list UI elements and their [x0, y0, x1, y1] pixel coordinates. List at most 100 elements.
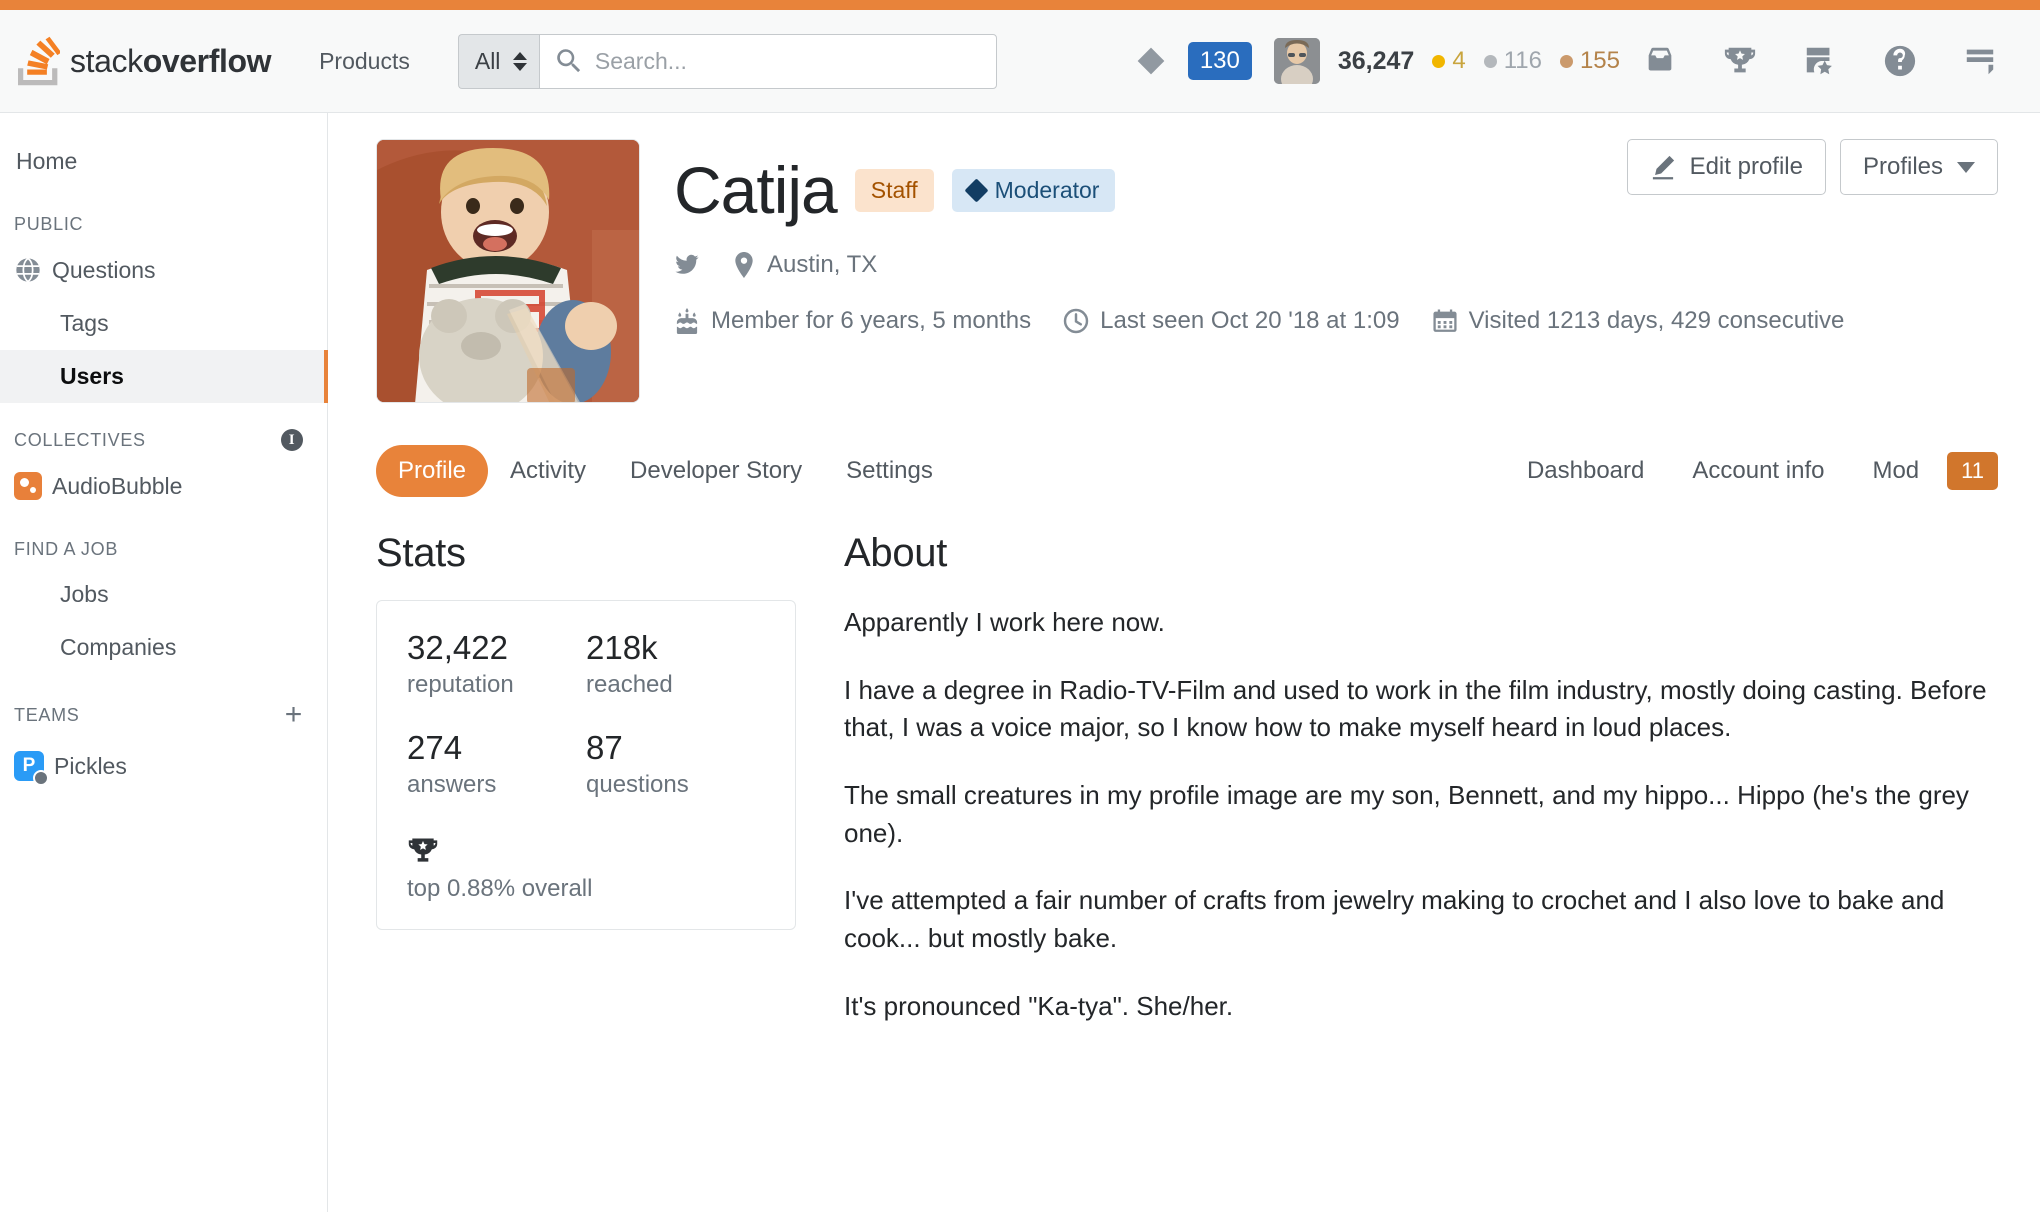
diamond-icon — [964, 177, 989, 203]
visited: Visited 1213 days, 429 consecutive — [1432, 307, 1845, 335]
sidebar-item-pickles[interactable]: P Pickles — [0, 738, 327, 794]
stat-label: answers — [407, 770, 497, 798]
sidebar-heading-public: PUBLIC — [0, 188, 327, 243]
stat-answers: 274 answers — [407, 729, 586, 799]
sidebar-heading-label: COLLECTIVES — [14, 429, 146, 450]
silver-badge-value: 116 — [1503, 47, 1542, 74]
tab-settings[interactable]: Settings — [824, 445, 955, 497]
mod-count-badge[interactable]: 11 — [1947, 452, 1998, 490]
sidebar-item-audiobubble[interactable]: AudioBubble — [0, 459, 327, 513]
stackoverflow-logo[interactable]: stackoverflow — [0, 10, 293, 112]
gold-badge-icon — [1432, 54, 1446, 68]
gold-badge-value: 4 — [1452, 47, 1466, 74]
about-paragraph: I have a degree in Radio-TV-Film and use… — [844, 674, 1987, 743]
nav-products[interactable]: Products — [293, 48, 436, 75]
tab-label: Account info — [1692, 457, 1825, 484]
clock-icon — [1063, 308, 1089, 334]
profiles-dropdown-button[interactable]: Profiles — [1839, 139, 1998, 195]
search-scope-value: All — [474, 47, 501, 74]
stat-questions: 87 questions — [586, 729, 765, 799]
member-for-label: Member for 6 years, 5 months — [711, 307, 1032, 334]
bronze-badge-count[interactable]: 155 — [1559, 47, 1620, 75]
chevron-updown-icon — [512, 51, 527, 71]
sidebar-item-users[interactable]: Users — [0, 350, 328, 403]
about-paragraph: The small creatures in my profile image … — [844, 780, 1969, 848]
sidebar-heading-find-a-job: FIND A JOB — [0, 513, 327, 568]
teams-count-badge[interactable]: 130 — [1187, 42, 1252, 80]
reputation-display[interactable]: 36,247 — [1338, 47, 1414, 76]
sidebar-item-tags[interactable]: Tags — [0, 297, 327, 350]
inbox-icon[interactable] — [1620, 44, 1700, 78]
trophy-icon — [407, 835, 765, 867]
info-icon[interactable]: i — [281, 429, 303, 451]
location: Austin, TX — [732, 251, 877, 279]
page-body: Home PUBLIC Questions Tags Users COLLECT… — [0, 113, 2040, 1212]
edit-profile-label: Edit profile — [1689, 153, 1803, 180]
gold-badge-count[interactable]: 4 — [1432, 47, 1466, 75]
status-badge-moderator: Moderator — [951, 168, 1116, 212]
visited-label: Visited 1213 days, 429 consecutive — [1468, 307, 1845, 334]
sidebar-item-jobs[interactable]: Jobs — [0, 568, 327, 621]
sidebar-item-label: Companies — [60, 634, 177, 660]
tab-profile[interactable]: Profile — [376, 445, 489, 497]
profile-avatar[interactable] — [376, 139, 640, 403]
tab-developer-story[interactable]: Developer Story — [608, 445, 824, 497]
top-accent-bar — [0, 0, 2040, 10]
stats-title: Stats — [376, 531, 466, 575]
sidebar-item-home[interactable]: Home — [0, 135, 327, 188]
site-switcher-icon[interactable] — [1940, 44, 2020, 78]
twitter-icon — [674, 252, 700, 278]
tab-account-info[interactable]: Account info — [1668, 445, 1848, 497]
profile-action-buttons: Edit profile Profiles — [1626, 139, 1998, 195]
sidebar-heading-label: PUBLIC — [14, 214, 84, 234]
review-icon[interactable] — [1780, 44, 1860, 78]
tab-activity[interactable]: Activity — [488, 445, 608, 497]
site-header: stackoverflow Products All Search... 130 — [0, 10, 2040, 113]
stats-card: 32,422 reputation 218k reached 274 answe… — [376, 600, 796, 930]
search-input-wrap[interactable]: Search... — [538, 33, 997, 89]
stats-footer-label: top 0.88% overall — [407, 874, 593, 902]
stat-reached: 218k reached — [586, 629, 765, 699]
tab-mod[interactable]: Mod — [1848, 445, 1943, 497]
sidebar-item-questions[interactable]: Questions — [0, 243, 327, 297]
moderator-diamond-icon[interactable] — [1114, 46, 1188, 76]
profile-meta-row-2: Member for 6 years, 5 months Last seen O… — [674, 307, 1998, 335]
stat-label: reputation — [407, 670, 514, 698]
add-team-button[interactable]: + — [285, 700, 303, 730]
stats-footer: top 0.88% overall — [407, 835, 765, 903]
trophy-icon[interactable] — [1700, 44, 1780, 78]
logo-word-stack: stack — [70, 42, 143, 79]
tab-label: Settings — [846, 457, 933, 484]
tab-dashboard[interactable]: Dashboard — [1503, 445, 1668, 497]
profile-content: Stats 32,422 reputation 218k reached 274 — [376, 531, 1998, 1026]
sidebar-item-companies[interactable]: Companies — [0, 621, 327, 674]
tab-label: Activity — [510, 457, 587, 484]
left-sidebar: Home PUBLIC Questions Tags Users COLLECT… — [0, 113, 328, 1212]
sidebar-heading-label: FIND A JOB — [14, 539, 119, 559]
twitter-link[interactable] — [674, 252, 700, 278]
tab-label: Profile — [398, 457, 467, 484]
about-paragraph: It's pronounced "Ka-tya". She/her. — [844, 990, 1234, 1021]
user-avatar-small[interactable] — [1273, 38, 1320, 84]
stat-value: 218k — [586, 629, 658, 666]
last-seen: Last seen Oct 20 '18 at 1:09 — [1063, 307, 1400, 335]
help-icon[interactable] — [1860, 44, 1940, 78]
chevron-down-icon — [1957, 161, 1975, 173]
cake-icon — [674, 308, 700, 334]
about-paragraph: Apparently I work here now. — [844, 607, 1165, 637]
tab-label: Developer Story — [630, 457, 803, 484]
stat-value: 32,422 — [407, 629, 508, 666]
tab-label: Dashboard — [1526, 457, 1645, 484]
sidebar-item-label: Home — [16, 148, 78, 174]
sidebar-item-label: AudioBubble — [52, 472, 183, 499]
pencil-icon — [1650, 154, 1676, 180]
last-seen-label: Last seen Oct 20 '18 at 1:09 — [1100, 307, 1400, 334]
main-content: Catija Staff Moderator Austin, TX Member… — [328, 113, 2040, 1212]
search-scope-select[interactable]: All — [457, 33, 539, 89]
edit-profile-button[interactable]: Edit profile — [1626, 139, 1826, 195]
about-title: About — [844, 531, 948, 575]
silver-badge-count[interactable]: 116 — [1483, 47, 1542, 75]
stackoverflow-logo-icon — [18, 36, 60, 86]
profile-header: Catija Staff Moderator Austin, TX Member… — [376, 139, 1998, 403]
stat-value: 274 — [407, 728, 463, 766]
